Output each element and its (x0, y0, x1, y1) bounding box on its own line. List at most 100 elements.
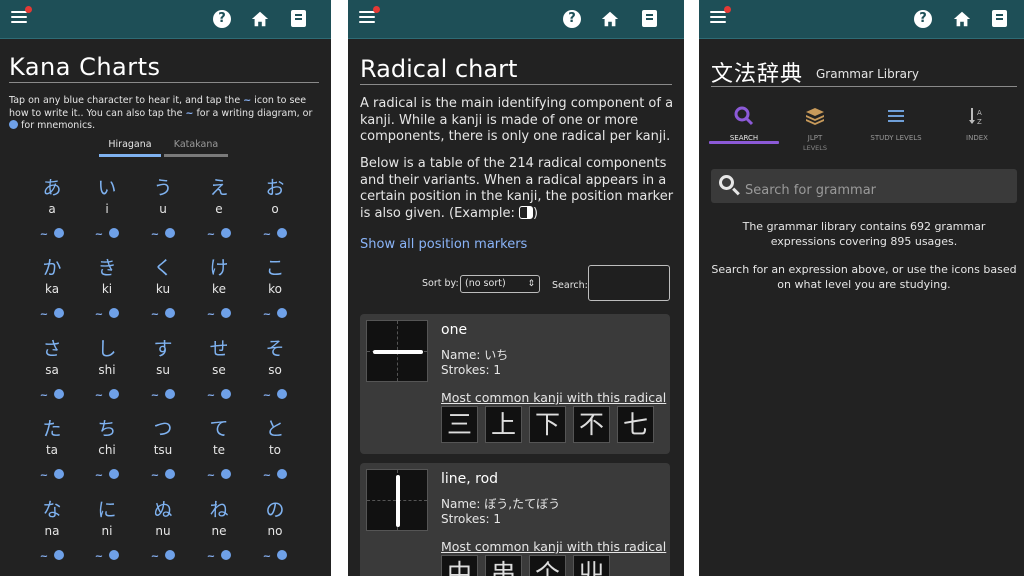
tab-hiragana[interactable]: Hiragana (99, 139, 161, 150)
kanji-tile[interactable]: 丱 (573, 555, 610, 576)
sort-select[interactable]: (no sort) ⇕ (460, 275, 540, 293)
kana-character[interactable]: か (24, 257, 80, 279)
grammar-search-input[interactable]: Search for grammar (711, 169, 1017, 203)
mnemonic-icon[interactable] (54, 469, 65, 479)
mnemonic-icon[interactable] (165, 228, 176, 238)
writing-diagram-icon[interactable]: ~ (40, 229, 48, 240)
tab-study-levels[interactable]: Study Levels (861, 106, 931, 143)
writing-diagram-icon[interactable]: ~ (151, 470, 159, 481)
kanji-tile[interactable]: 下 (529, 406, 566, 443)
kana-character[interactable]: と (247, 418, 303, 440)
mnemonic-icon[interactable] (54, 550, 65, 560)
kanji-tile[interactable]: 个 (529, 555, 566, 576)
home-icon[interactable] (251, 10, 269, 28)
mnemonic-icon[interactable] (165, 550, 176, 560)
kana-character[interactable]: ち (79, 418, 135, 440)
mnemonic-icon[interactable] (165, 389, 176, 399)
mnemonic-icon[interactable] (54, 389, 65, 399)
writing-diagram-icon[interactable]: ~ (40, 390, 48, 401)
mnemonic-icon[interactable] (277, 389, 288, 399)
kana-character[interactable]: せ (191, 338, 247, 360)
writing-diagram-icon[interactable]: ~ (207, 551, 215, 562)
writing-diagram-icon[interactable]: ~ (95, 551, 103, 562)
kanji-tile[interactable]: 不 (573, 406, 610, 443)
kana-character[interactable]: お (247, 177, 303, 199)
mnemonic-icon[interactable] (54, 308, 65, 318)
writing-diagram-icon[interactable]: ~ (95, 309, 103, 320)
common-kanji-heading[interactable]: Most common kanji with this radical (441, 390, 666, 405)
help-icon[interactable]: ? (213, 10, 231, 28)
writing-diagram-icon[interactable]: ~ (151, 229, 159, 240)
radical-card[interactable]: line, rod Name: ぼう,たてぼう Strokes: 1 Most … (360, 463, 670, 576)
kana-character[interactable]: さ (24, 338, 80, 360)
kana-character[interactable]: こ (247, 257, 303, 279)
tab-jlpt-levels[interactable]: JLPT Levels (780, 106, 850, 152)
menu-icon[interactable] (11, 11, 27, 25)
mnemonic-icon[interactable] (109, 389, 120, 399)
home-icon[interactable] (601, 10, 619, 28)
mnemonic-icon[interactable] (109, 228, 120, 238)
writing-diagram-icon[interactable]: ~ (263, 470, 271, 481)
writing-diagram-icon[interactable]: ~ (95, 229, 103, 240)
book-icon[interactable] (642, 10, 657, 27)
mnemonic-icon[interactable] (277, 228, 288, 238)
book-icon[interactable] (992, 10, 1007, 27)
kanji-tile[interactable]: 中 (441, 555, 478, 576)
mnemonic-icon[interactable] (221, 308, 232, 318)
writing-diagram-icon[interactable]: ~ (151, 309, 159, 320)
tab-index[interactable]: AZ Index (942, 106, 1012, 143)
kana-character[interactable]: た (24, 418, 80, 440)
mnemonic-icon[interactable] (221, 389, 232, 399)
common-kanji-heading[interactable]: Most common kanji with this radical (441, 539, 666, 554)
mnemonic-icon[interactable] (221, 550, 232, 560)
kana-character[interactable]: す (135, 338, 191, 360)
kana-character[interactable]: ぬ (135, 499, 191, 521)
kana-character[interactable]: し (79, 338, 135, 360)
mnemonic-icon[interactable] (277, 308, 288, 318)
menu-icon[interactable] (359, 11, 375, 25)
mnemonic-icon[interactable] (165, 469, 176, 479)
kana-character[interactable]: あ (24, 177, 80, 199)
writing-diagram-icon[interactable]: ~ (263, 390, 271, 401)
mnemonic-icon[interactable] (109, 550, 120, 560)
kana-character[interactable]: そ (247, 338, 303, 360)
mnemonic-icon[interactable] (54, 228, 65, 238)
tab-katakana[interactable]: Katakana (164, 139, 228, 150)
writing-diagram-icon[interactable]: ~ (40, 551, 48, 562)
kana-character[interactable]: き (79, 257, 135, 279)
tab-search[interactable]: Search (709, 106, 779, 143)
show-position-markers-link[interactable]: Show all position markers (360, 237, 527, 252)
help-icon[interactable]: ? (914, 10, 932, 28)
writing-diagram-icon[interactable]: ~ (263, 551, 271, 562)
kana-character[interactable]: に (79, 499, 135, 521)
home-icon[interactable] (953, 10, 971, 28)
writing-diagram-icon[interactable]: ~ (207, 470, 215, 481)
kana-character[interactable]: い (79, 177, 135, 199)
mnemonic-icon[interactable] (277, 469, 288, 479)
kana-character[interactable]: の (247, 499, 303, 521)
kanji-tile[interactable]: 三 (441, 406, 478, 443)
mnemonic-icon[interactable] (221, 228, 232, 238)
mnemonic-icon[interactable] (109, 308, 120, 318)
kana-character[interactable]: く (135, 257, 191, 279)
writing-diagram-icon[interactable]: ~ (40, 470, 48, 481)
mnemonic-icon[interactable] (109, 469, 120, 479)
kanji-tile[interactable]: 串 (485, 555, 522, 576)
menu-icon[interactable] (710, 11, 726, 25)
search-input[interactable] (588, 265, 670, 301)
kanji-tile[interactable]: 七 (617, 406, 654, 443)
kana-character[interactable]: え (191, 177, 247, 199)
writing-diagram-icon[interactable]: ~ (207, 390, 215, 401)
book-icon[interactable] (291, 10, 306, 27)
mnemonic-icon[interactable] (277, 550, 288, 560)
help-icon[interactable]: ? (563, 10, 581, 28)
mnemonic-icon[interactable] (165, 308, 176, 318)
kana-character[interactable]: う (135, 177, 191, 199)
writing-diagram-icon[interactable]: ~ (207, 309, 215, 320)
kana-character[interactable]: な (24, 499, 80, 521)
kana-character[interactable]: て (191, 418, 247, 440)
writing-diagram-icon[interactable]: ~ (95, 390, 103, 401)
kana-character[interactable]: つ (135, 418, 191, 440)
writing-diagram-icon[interactable]: ~ (263, 229, 271, 240)
writing-diagram-icon[interactable]: ~ (151, 390, 159, 401)
